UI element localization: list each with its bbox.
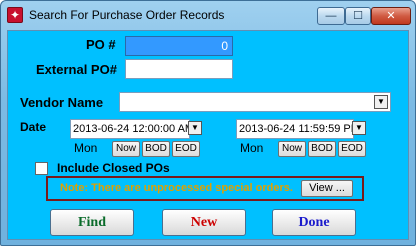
- special-orders-notice: Note: There are unprocessed special orde…: [46, 176, 364, 201]
- window-title: Search For Purchase Order Records: [29, 8, 225, 22]
- done-button[interactable]: Done: [272, 209, 356, 236]
- start-day-of-week: Mon: [74, 141, 98, 155]
- end-bod-button[interactable]: BOD: [308, 141, 336, 157]
- start-eod-button[interactable]: EOD: [172, 141, 200, 157]
- start-date-input[interactable]: 2013-06-24 12:00:00 AM: [70, 119, 190, 139]
- new-button[interactable]: New: [162, 209, 246, 236]
- chevron-down-icon[interactable]: ▼: [374, 95, 388, 109]
- start-bod-button[interactable]: BOD: [142, 141, 170, 157]
- external-po-input[interactable]: [125, 59, 233, 79]
- end-now-button[interactable]: Now: [278, 141, 306, 157]
- po-number-label: PO #: [86, 37, 116, 52]
- po-number-input[interactable]: 0: [125, 36, 233, 56]
- end-date-dropdown-icon[interactable]: ▼: [352, 121, 366, 135]
- start-date-dropdown-icon[interactable]: ▼: [188, 121, 202, 135]
- date-label: Date: [20, 120, 47, 134]
- title-bar[interactable]: ✦ Search For Purchase Order Records — ☐ …: [1, 1, 415, 29]
- notice-text: Note: There are unprocessed special orde…: [60, 182, 293, 194]
- external-po-label: External PO#: [36, 62, 117, 77]
- dialog-window: ✦ Search For Purchase Order Records — ☐ …: [0, 0, 416, 246]
- end-eod-button[interactable]: EOD: [338, 141, 366, 157]
- end-day-of-week: Mon: [240, 141, 264, 155]
- close-button[interactable]: ✕: [371, 7, 411, 25]
- view-special-orders-button[interactable]: View ...: [301, 180, 353, 197]
- app-logo-icon: ✦: [7, 7, 23, 23]
- maximize-button[interactable]: ☐: [345, 7, 371, 25]
- include-closed-label: Include Closed POs: [57, 161, 170, 175]
- form-body: PO # 0 External PO# Vendor Name ▼ Date 2…: [7, 30, 409, 240]
- include-closed-checkbox[interactable]: [35, 162, 48, 175]
- find-button[interactable]: Find: [50, 209, 134, 236]
- vendor-name-select[interactable]: [119, 92, 391, 112]
- start-now-button[interactable]: Now: [112, 141, 140, 157]
- minimize-button[interactable]: —: [317, 7, 345, 25]
- end-date-input[interactable]: 2013-06-24 11:59:59 PM: [236, 119, 354, 139]
- vendor-name-label: Vendor Name: [20, 95, 104, 110]
